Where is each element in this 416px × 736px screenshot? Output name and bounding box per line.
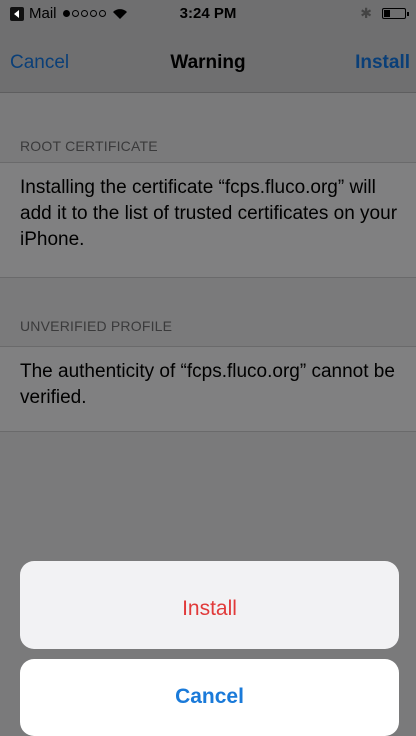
action-cancel-label: Cancel bbox=[175, 685, 244, 708]
nav-install-button[interactable]: Install bbox=[355, 52, 410, 74]
action-install-button[interactable]: Install bbox=[20, 561, 399, 649]
section-cell-root-certificate: Installing the certificate “fcps.fluco.o… bbox=[0, 162, 416, 278]
section-cell-unverified-profile: The authenticity of “fcps.fluco.org” can… bbox=[0, 346, 416, 432]
root-certificate-description: Installing the certificate “fcps.fluco.o… bbox=[20, 177, 398, 250]
battery-icon bbox=[382, 7, 409, 19]
action-cancel-button[interactable]: Cancel bbox=[20, 659, 399, 736]
status-time: 3:24 PM bbox=[179, 5, 237, 22]
status-right: ✱ bbox=[360, 5, 409, 21]
section-header-unverified-profile: UNVERIFIED PROFILE bbox=[20, 318, 173, 334]
nav-title: Warning bbox=[170, 52, 246, 73]
section-header-root-certificate: ROOT CERTIFICATE bbox=[20, 138, 158, 154]
action-install-label: Install bbox=[182, 597, 237, 620]
unverified-profile-description: The authenticity of “fcps.fluco.org” can… bbox=[20, 361, 395, 408]
navigation-bar: Cancel Warning Install bbox=[0, 28, 416, 93]
bluetooth-icon: ✱ bbox=[360, 5, 372, 21]
status-bar: Mail 3:24 PM ✱ bbox=[0, 0, 416, 28]
screen: Mail 3:24 PM ✱ Cancel Warning Install RO… bbox=[0, 0, 416, 736]
